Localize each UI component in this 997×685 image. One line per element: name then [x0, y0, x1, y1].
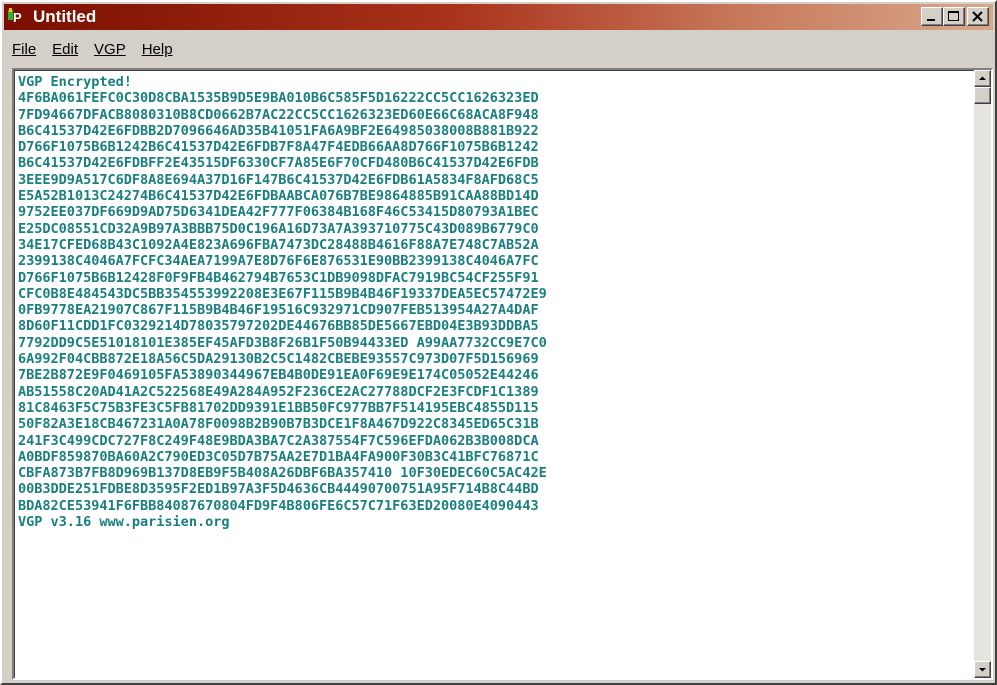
text-line: D766F1075B6B1242B6C41537D42E6FDB7F8A47F4…	[18, 139, 539, 156]
text-line: 7792DD9C5E51018101E385EF45AFD3B8F26B1F50…	[18, 334, 547, 351]
scroll-down-button[interactable]	[974, 661, 991, 678]
text-line: E25DC08551CD32A9B97A3BBB75D0C196A16D73A7…	[18, 220, 539, 237]
scroll-up-arrow-icon	[979, 76, 986, 80]
text-line: 50F82A3E18CB467231A0A78F0098B2B90B7B3DCE…	[18, 416, 539, 433]
minimize-icon	[927, 19, 935, 21]
text-line: 4F6BA061FEFC0C30D8CBA1535B9D5E9BA010B6C5…	[18, 90, 539, 107]
text-line: BDA82CE53941F6FBB84087670804FD9F4B806FE6…	[18, 497, 539, 514]
text-line: 00B3DDE251FDBE8D3595F2ED1B97A3F5D4636CB4…	[18, 481, 539, 498]
text-line: 8D60F11CDD1FC0329214D78035797202DE44676B…	[18, 318, 539, 335]
text-line: B6C41537D42E6FDBFF2E43515DF6330CF7A85E6F…	[18, 155, 539, 172]
text-line: 34E17CFED68B43C1092A4E823A696FBA7473DC28…	[18, 236, 539, 253]
scroll-down-arrow-icon	[979, 668, 986, 672]
maximize-button[interactable]	[943, 7, 965, 26]
vertical-scrollbar[interactable]	[974, 70, 991, 678]
close-button[interactable]	[967, 7, 989, 26]
menu-help-label: Help	[141, 40, 173, 58]
text-line: VGP Encrypted!	[18, 74, 132, 90]
text-line: 6A992F04CBB872E18A56C5DA29130B2C5C1482CB…	[18, 351, 539, 368]
text-line: 7FD94667DFACB8080310B8CD0662B7AC22CC5CC1…	[18, 106, 539, 123]
svg-text:P: P	[13, 10, 22, 25]
menu-vgp[interactable]: VGP	[86, 41, 134, 58]
text-line: AB51558C20AD41A2C522568E49A284A952F236CE…	[18, 383, 539, 400]
encrypted-text-area[interactable]: VGP Encrypted! 4F6BA061FEFC0C30D8CBA1535B…	[18, 74, 973, 674]
minimize-button[interactable]	[921, 7, 943, 26]
text-line: 241F3C499CDC727F8C249F48E9BDA3BA7C2A3875…	[18, 432, 539, 449]
window-controls	[921, 7, 989, 26]
app-window: P Untitled File Edit VGP Help VGP Encryp…	[0, 0, 997, 685]
text-line: CBFA873B7FB8D969B137D8EB9F5B408A26DBF6BA…	[18, 465, 547, 482]
window-title: Untitled	[33, 7, 97, 26]
menu-bar: File Edit VGP Help	[4, 32, 993, 66]
text-line: CFC0B8E484543DC5BB354553992208E3E67F115B…	[18, 285, 547, 302]
close-icon	[972, 11, 983, 22]
menu-file-label: File	[12, 40, 37, 58]
text-line: 81C8463F5C75B3FE3C5FB81702DD9391E1BB50FC…	[18, 399, 539, 416]
text-line: 3EEE9D9A517C6DF8A8E694A37D16F147B6C41537…	[18, 171, 539, 188]
text-line: VGP v3.16 www.parisien.org	[18, 514, 230, 531]
maximize-icon	[948, 11, 959, 21]
text-line: B6C41537D42E6FDBB2D7096646AD35B41051FA6A…	[18, 122, 539, 139]
text-line: 7BE2B872E9F0469105FA53890344967EB4B0DE91…	[18, 367, 539, 384]
editor-client-area: VGP Encrypted! 4F6BA061FEFC0C30D8CBA1535B…	[12, 68, 993, 680]
menu-file[interactable]: File	[4, 41, 44, 58]
scroll-thumb[interactable]	[974, 87, 991, 104]
text-line: 2399138C4046A7FCFC34AEA7199A7E8D76F6E876…	[18, 253, 539, 270]
scroll-up-button[interactable]	[974, 70, 991, 87]
vgp-app-icon[interactable]: P	[7, 7, 27, 27]
menu-vgp-label: VGP	[94, 40, 126, 58]
text-line: D766F1075B6B12428F0F9FB4B462794B7653C1DB…	[18, 269, 539, 286]
text-line: A0BDF859870BA60A2C790ED3C05D7B75AA2E7D1B…	[18, 448, 539, 465]
menu-edit-label: Edit	[52, 40, 79, 58]
text-line: E5A52B1013C24274B6C41537D42E6FDBAABCA076…	[18, 188, 539, 205]
menu-edit[interactable]: Edit	[44, 41, 86, 58]
title-bar[interactable]: P Untitled	[4, 4, 993, 30]
text-line: 9752EE037DF669D9AD75D6341DEA42F777F06384…	[18, 204, 539, 221]
text-line: 0FB9778EA21907C867F115B9B4B46F19516C9329…	[18, 302, 539, 319]
menu-help[interactable]: Help	[134, 41, 181, 58]
